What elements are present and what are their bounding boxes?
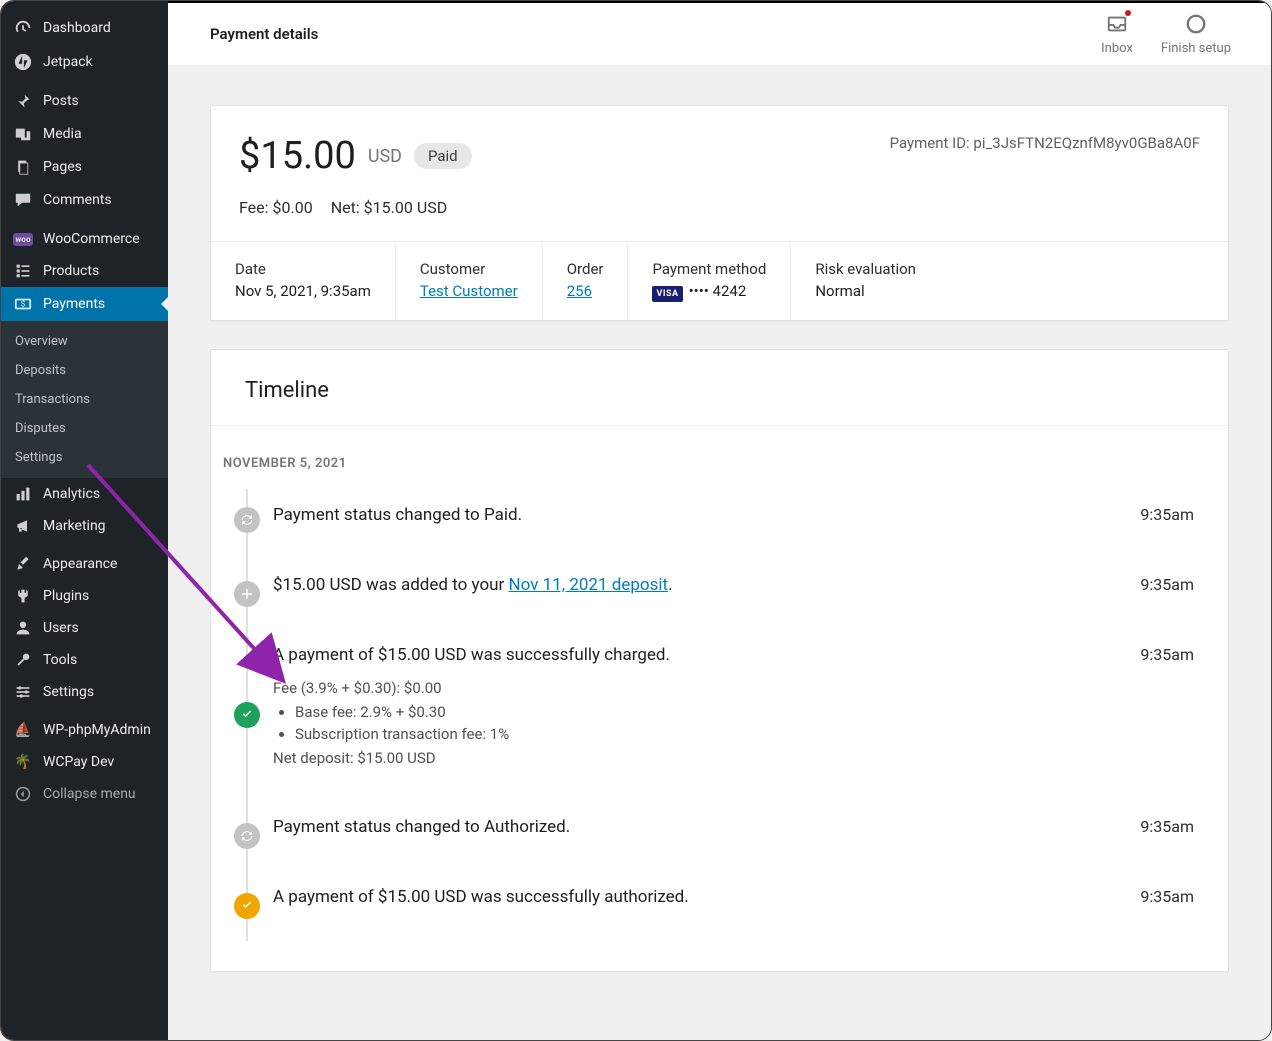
submenu-deposits[interactable]: Deposits [1, 356, 168, 385]
sidebar-item-analytics[interactable]: Analytics [1, 478, 168, 510]
payment-amount: $15.00 [239, 134, 356, 178]
products-icon [13, 263, 33, 279]
analytics-icon [13, 486, 33, 502]
timeline-dot-icon [234, 893, 260, 919]
timeline-time: 9:35am [1140, 575, 1194, 594]
status-badge: Paid [414, 143, 472, 169]
marketing-icon [13, 518, 33, 534]
meta-date: DateNov 5, 2021, 9:35am [211, 242, 396, 320]
order-link[interactable]: 256 [567, 282, 604, 300]
timeline-text: $15.00 USD was added to your Nov 11, 202… [273, 575, 673, 595]
submenu-disputes[interactable]: Disputes [1, 414, 168, 443]
timeline-item: $15.00 USD was added to your Nov 11, 202… [221, 559, 1194, 629]
sidebar-item-jetpack[interactable]: Jetpack [1, 45, 168, 79]
sidebar-collapse[interactable]: Collapse menu [1, 778, 168, 810]
tools-icon [13, 652, 33, 668]
sidebar-item-users[interactable]: Users [1, 612, 168, 644]
comments-icon [13, 191, 33, 209]
submenu-transactions[interactable]: Transactions [1, 385, 168, 414]
sidebar-item-phpmyadmin[interactable]: ⛵WP-phpMyAdmin [1, 714, 168, 746]
timeline-dot-icon [234, 507, 260, 533]
sidebar-item-settings[interactable]: Settings [1, 676, 168, 708]
topbar: Payment details Inbox Finish setup [168, 1, 1271, 65]
timeline-time: 9:35am [1140, 505, 1194, 524]
sidebar-item-products[interactable]: Products [1, 255, 168, 287]
sidebar-item-tools[interactable]: Tools [1, 644, 168, 676]
fee-net-row: Fee: $0.00Net: $15.00 USD [211, 198, 1228, 241]
admin-sidebar: Dashboard Jetpack Posts Media Pages Comm… [1, 1, 168, 1040]
sidebar-item-marketing[interactable]: Marketing [1, 510, 168, 542]
sidebar-item-payments[interactable]: $Payments [1, 287, 168, 321]
timeline-time: 9:35am [1140, 887, 1194, 906]
meta-payment-method: Payment methodVISA•••• 4242 [628, 242, 791, 320]
appearance-icon [13, 556, 33, 572]
payment-id: Payment ID: pi_3JsFTN2EQznfM8yv0GBa8A0F [890, 134, 1200, 152]
page-title: Payment details [210, 25, 318, 43]
timeline-text: Payment status changed to Authorized. [273, 817, 570, 837]
timeline-card: Timeline NOVEMBER 5, 2021 Payment status… [210, 349, 1229, 972]
collapse-icon [13, 786, 33, 802]
timeline-text: A payment of $15.00 USD was successfully… [273, 887, 689, 907]
timeline-heading: Timeline [211, 350, 1228, 426]
media-icon [13, 125, 33, 143]
timeline-text: Payment status changed to Paid. [273, 505, 522, 525]
timeline-time: 9:35am [1140, 817, 1194, 836]
sidebar-item-comments[interactable]: Comments [1, 183, 168, 217]
settings-icon [13, 684, 33, 700]
meta-customer: CustomerTest Customer [396, 242, 543, 320]
dashboard-icon [13, 19, 33, 37]
inbox-button[interactable]: Inbox [1101, 13, 1133, 56]
inbox-icon [1106, 13, 1128, 39]
timeline-text: A payment of $15.00 USD was successfully… [273, 645, 670, 665]
pages-icon [13, 159, 33, 175]
sidebar-item-woocommerce[interactable]: wooWooCommerce [1, 223, 168, 255]
setup-icon [1185, 13, 1207, 39]
timeline-item: Payment status changed to Authorized. 9:3… [221, 801, 1194, 871]
phpmyadmin-icon: ⛵ [13, 722, 33, 738]
timeline-dot-icon [234, 581, 260, 607]
plugins-icon [13, 588, 33, 604]
payments-submenu: Overview Deposits Transactions Disputes … [1, 321, 168, 478]
timeline-dot-icon [234, 702, 260, 728]
timeline-date: NOVEMBER 5, 2021 [223, 456, 1194, 471]
submenu-overview[interactable]: Overview [1, 327, 168, 356]
timeline-item: A payment of $15.00 USD was successfully… [221, 871, 1194, 941]
timeline-time: 9:35am [1140, 645, 1194, 664]
timeline-dot-icon [234, 823, 260, 849]
meta-order: Order256 [543, 242, 629, 320]
sidebar-item-pages[interactable]: Pages [1, 151, 168, 183]
jetpack-icon [13, 53, 33, 71]
timeline-item: A payment of $15.00 USD was successfully… [221, 629, 1194, 801]
sidebar-item-appearance[interactable]: Appearance [1, 548, 168, 580]
payment-summary-card: $15.00 USD Paid Payment ID: pi_3JsFTN2EQ… [210, 105, 1229, 321]
timeline-item: Payment status changed to Paid. 9:35am [221, 489, 1194, 559]
sidebar-item-media[interactable]: Media [1, 117, 168, 151]
finish-setup-button[interactable]: Finish setup [1161, 13, 1231, 56]
sidebar-item-wcpaydev[interactable]: 🌴WCPay Dev [1, 746, 168, 778]
submenu-settings[interactable]: Settings [1, 443, 168, 472]
sidebar-item-plugins[interactable]: Plugins [1, 580, 168, 612]
payment-currency: USD [368, 146, 402, 167]
users-icon [13, 620, 33, 636]
wcpay-icon: 🌴 [13, 754, 33, 770]
sidebar-item-posts[interactable]: Posts [1, 85, 168, 117]
svg-text:$: $ [21, 299, 26, 309]
sidebar-item-dashboard[interactable]: Dashboard [1, 11, 168, 45]
timeline-details: Fee (3.9% + $0.30): $0.00Base fee: 2.9% … [273, 679, 670, 767]
meta-risk: Risk evaluationNormal [791, 242, 940, 320]
deposit-link[interactable]: Nov 11, 2021 deposit [509, 575, 669, 595]
customer-link[interactable]: Test Customer [420, 282, 518, 300]
woo-icon: woo [13, 233, 33, 246]
payments-icon: $ [13, 295, 33, 313]
pin-icon [13, 93, 33, 109]
visa-icon: VISA [652, 286, 682, 302]
